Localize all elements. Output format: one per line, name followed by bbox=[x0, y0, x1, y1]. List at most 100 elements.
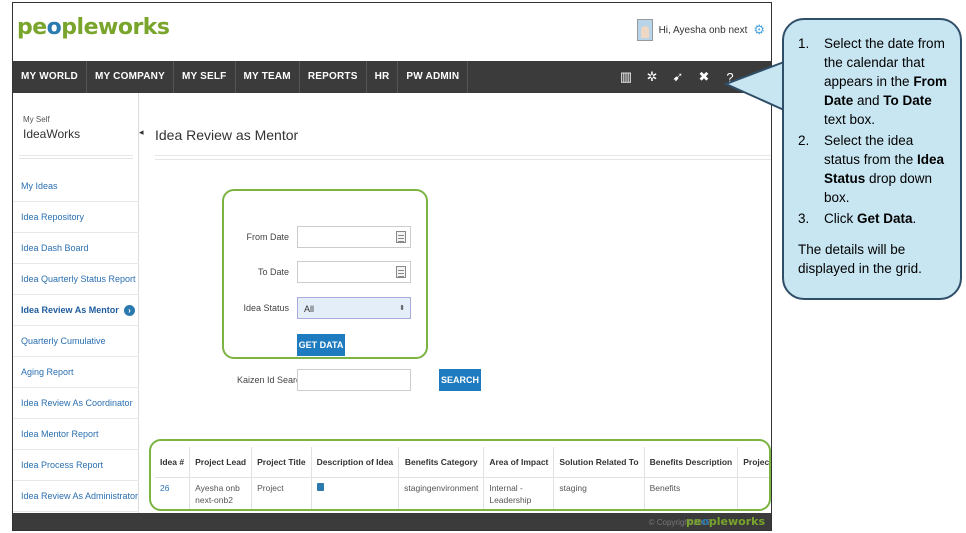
sidebar-item-review-as-coordinator[interactable]: Idea Review As Coordinator bbox=[13, 388, 139, 419]
col-benefits-category[interactable]: Benefits Category bbox=[398, 447, 485, 478]
step-number: 3. bbox=[798, 211, 810, 226]
nav-my-world[interactable]: MY WORLD bbox=[13, 61, 87, 93]
user-greeting: Hi, Ayesha onb next bbox=[658, 24, 748, 36]
grid-highlight-box: Idea # Project Lead Project Title Descri… bbox=[149, 439, 771, 511]
col-project-lead[interactable]: Project Lead bbox=[189, 447, 253, 478]
footer-logo-part-2: pleworks bbox=[708, 515, 765, 528]
bulb-icon[interactable]: ✲ bbox=[639, 69, 665, 85]
sidebar-item-idea-repository[interactable]: Idea Repository bbox=[13, 202, 139, 233]
step-text: Click bbox=[824, 211, 857, 226]
cell-project-document bbox=[737, 477, 769, 509]
nav-pw-admin[interactable]: PW ADMIN bbox=[398, 61, 469, 93]
nav-my-self[interactable]: MY SELF bbox=[174, 61, 236, 93]
step-number: 1. bbox=[798, 36, 810, 51]
kaizen-id-search-input[interactable] bbox=[297, 369, 411, 391]
from-date-label: From Date bbox=[246, 232, 289, 242]
col-benefits-description[interactable]: Benefits Description bbox=[644, 447, 739, 478]
sidebar-item-idea-process-report[interactable]: Idea Process Report bbox=[13, 450, 139, 481]
active-arrow-icon: › bbox=[124, 305, 135, 316]
col-area-of-impact[interactable]: Area of Impact bbox=[483, 447, 555, 478]
title-divider bbox=[155, 155, 771, 160]
peopleworks-logo[interactable]: peopleworks bbox=[17, 15, 170, 40]
instruction-note: The details will be displayed in the gri… bbox=[798, 242, 922, 276]
impact-line-2: Leadership bbox=[489, 494, 532, 505]
top-header: peopleworks Hi, Ayesha onb next ⚙ bbox=[13, 3, 771, 61]
col-project-title[interactable]: Project Title bbox=[251, 447, 312, 478]
sidebar-item-quarterly-status-report[interactable]: Idea Quarterly Status Report bbox=[13, 264, 139, 295]
ideas-grid: Idea # Project Lead Project Title Descri… bbox=[155, 447, 769, 509]
footer: © Copyright 2017 peopleworks bbox=[13, 513, 771, 530]
step-bold-text: To Date bbox=[883, 93, 932, 108]
footer-logo-part-1: pe bbox=[685, 515, 702, 528]
col-idea-number[interactable]: Idea # bbox=[155, 447, 191, 478]
from-date-input[interactable] bbox=[297, 226, 411, 248]
sidebar-item-idea-mentor-report[interactable]: Idea Mentor Report bbox=[13, 419, 139, 450]
select-caret-icon: ⬍ bbox=[399, 305, 405, 312]
cell-project-title: Project bbox=[251, 477, 312, 509]
book-icon[interactable]: ▥ bbox=[613, 69, 639, 85]
to-date-label: To Date bbox=[257, 267, 289, 277]
instruction-steps: 1. Select the date from the calendar that… bbox=[798, 34, 950, 228]
step-bold-text: Get Data bbox=[857, 211, 913, 226]
logo-part-1: pe bbox=[17, 15, 47, 40]
idea-status-label: Idea Status bbox=[243, 303, 289, 313]
instruction-step-1: 1. Select the date from the calendar that… bbox=[798, 34, 950, 129]
nav-my-team[interactable]: MY TEAM bbox=[236, 61, 300, 93]
col-description-of-idea[interactable]: Description of Idea bbox=[311, 447, 400, 478]
get-data-button[interactable]: GET DATA bbox=[297, 334, 345, 356]
sidebar-item-idea-review-as-mentor[interactable]: Idea Review As Mentor › bbox=[13, 295, 139, 326]
step-number: 2. bbox=[798, 133, 810, 148]
calendar-icon[interactable] bbox=[396, 231, 406, 243]
to-date-input[interactable] bbox=[297, 261, 411, 283]
logo-part-2: pleworks bbox=[61, 15, 170, 40]
pin-icon[interactable]: ➹ bbox=[665, 69, 691, 85]
cell-description bbox=[311, 477, 400, 509]
project-lead-line-2: next-onb2 bbox=[195, 494, 233, 505]
search-button[interactable]: SEARCH bbox=[439, 369, 481, 391]
instruction-step-3: 3. Click Get Data. bbox=[798, 209, 950, 228]
impact-line-1: Internal - bbox=[489, 482, 523, 493]
sidebar-divider bbox=[19, 155, 133, 159]
kaizen-id-label: Kaizen Id Search bbox=[237, 375, 306, 385]
footer-logo: peopleworks bbox=[686, 515, 765, 528]
col-project-document[interactable]: Project Document bbox=[737, 447, 769, 478]
instruction-callout: 1. Select the date from the calendar that… bbox=[782, 18, 962, 300]
main-navbar: MY WORLD MY COMPANY MY SELF MY TEAM REPO… bbox=[13, 61, 771, 93]
user-menu[interactable]: Hi, Ayesha onb next ⚙ bbox=[636, 19, 765, 41]
col-solution-related-to[interactable]: Solution Related To bbox=[553, 447, 645, 478]
gear-icon[interactable]: ⚙ bbox=[753, 22, 765, 38]
step-text: . bbox=[912, 211, 917, 226]
idea-id-link[interactable]: 26 bbox=[155, 477, 191, 509]
sidebar-item-label: Idea Review As Mentor bbox=[21, 305, 119, 315]
footer-logo-part-o: o bbox=[701, 515, 709, 528]
cell-area-of-impact: Internal - Leadership bbox=[483, 477, 555, 509]
step-text: text box. bbox=[824, 112, 876, 127]
app-window: peopleworks Hi, Ayesha onb next ⚙ MY WOR… bbox=[12, 2, 772, 531]
cell-benefits-category: stagingenvironment bbox=[398, 477, 485, 509]
sidebar-item-review-as-administrator[interactable]: Idea Review As Administrator bbox=[13, 481, 139, 512]
instruction-step-2: 2. Select the idea status from the Idea S… bbox=[798, 131, 950, 207]
sidebar: My Self IdeaWorks My Ideas Idea Reposito… bbox=[13, 93, 139, 513]
sidebar-section-title: IdeaWorks bbox=[23, 127, 81, 141]
nav-hr[interactable]: HR bbox=[367, 61, 399, 93]
sidebar-item-quarterly-cumulative[interactable]: Quarterly Cumulative bbox=[13, 326, 139, 357]
sidebar-section-label: My Self bbox=[23, 115, 50, 124]
cell-project-lead: Ayesha onb next-onb2 bbox=[189, 477, 253, 509]
document-icon[interactable] bbox=[316, 482, 324, 491]
nav-my-company[interactable]: MY COMPANY bbox=[87, 61, 174, 93]
sidebar-item-idea-dash-board[interactable]: Idea Dash Board bbox=[13, 233, 139, 264]
calendar-icon[interactable] bbox=[396, 266, 406, 278]
idea-status-value: All bbox=[304, 304, 315, 314]
idea-status-select[interactable]: All ⬍ bbox=[297, 297, 411, 319]
nav-reports[interactable]: REPORTS bbox=[300, 61, 367, 93]
step-text: and bbox=[853, 93, 884, 108]
avatar[interactable] bbox=[636, 19, 653, 41]
main-content: Idea Review as Mentor From Date To Date … bbox=[143, 93, 771, 513]
logo-part-o: o bbox=[46, 15, 62, 40]
project-lead-line-1: Ayesha onb bbox=[195, 482, 240, 493]
table-row[interactable]: 26 Ayesha onb next-onb2 Project stagingen… bbox=[155, 477, 769, 509]
sidebar-item-aging-report[interactable]: Aging Report bbox=[13, 357, 139, 388]
cell-benefits-description: Benefits bbox=[644, 477, 739, 509]
sidebar-item-my-ideas[interactable]: My Ideas bbox=[13, 171, 139, 202]
grid-header-row: Idea # Project Lead Project Title Descri… bbox=[155, 447, 769, 478]
